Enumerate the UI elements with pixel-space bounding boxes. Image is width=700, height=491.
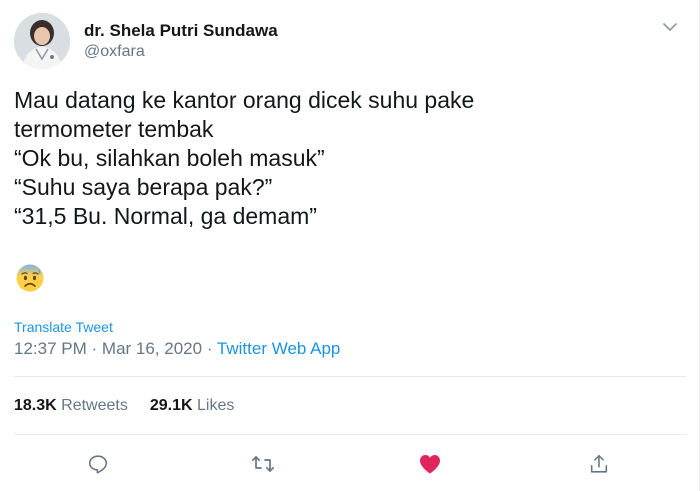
meta-separator: · (206, 339, 213, 358)
meta-separator: · (91, 339, 98, 358)
tweet-stats: 18.3K Retweets 29.1K Likes (14, 396, 234, 416)
tweet-header: dr. Shela Putri Sundawa @oxfara (14, 12, 278, 70)
tweet-text-line: “31,5 Bu. Normal, ga demam” (14, 203, 317, 229)
tweet-text-line: Mau datang ke kantor orang dicek suhu pa… (14, 87, 475, 113)
likes-count: 29.1K (149, 397, 193, 414)
retweets-label: Retweets (61, 397, 128, 414)
heart-icon[interactable] (416, 450, 444, 478)
tweet-card: dr. Shela Putri Sundawa @oxfara Mau data… (0, 0, 700, 491)
tweet-source-app-link[interactable]: Twitter Web App (217, 339, 340, 358)
divider (14, 376, 686, 377)
translate-tweet-link[interactable]: Translate Tweet (14, 319, 113, 335)
tweet-date[interactable]: Mar 16, 2020 (102, 339, 202, 358)
avatar[interactable] (14, 13, 70, 69)
author-names: dr. Shela Putri Sundawa @oxfara (84, 20, 278, 62)
tweet-actions (0, 450, 700, 478)
retweets-count: 18.3K (14, 397, 57, 414)
likes-label: Likes (197, 397, 235, 414)
reply-icon[interactable] (84, 450, 112, 478)
tweet-text-line: termometer tembak (14, 116, 214, 142)
author-display-name[interactable]: dr. Shela Putri Sundawa (84, 20, 278, 42)
retweets-stat[interactable]: 18.3K Retweets (14, 397, 128, 414)
share-icon[interactable] (585, 450, 613, 478)
tweet-text-line: “Suhu saya berapa pak?” (14, 174, 273, 200)
more-options-chevron-down-icon[interactable] (661, 18, 679, 36)
tweet-time[interactable]: 12:37 PM (14, 339, 87, 358)
tweet-text-line: “Ok bu, silahkan boleh masuk” (14, 145, 325, 171)
tweet-metadata: 12:37 PM · Mar 16, 2020 · Twitter Web Ap… (14, 338, 340, 360)
divider (14, 434, 686, 435)
anxious-face-emoji-icon (15, 263, 45, 293)
likes-stat[interactable]: 29.1K Likes (150, 397, 235, 414)
tweet-text: Mau datang ke kantor orang dicek suhu pa… (14, 86, 674, 231)
author-handle[interactable]: @oxfara (84, 42, 278, 62)
avatar-image (14, 13, 70, 69)
retweet-icon[interactable] (249, 450, 277, 478)
